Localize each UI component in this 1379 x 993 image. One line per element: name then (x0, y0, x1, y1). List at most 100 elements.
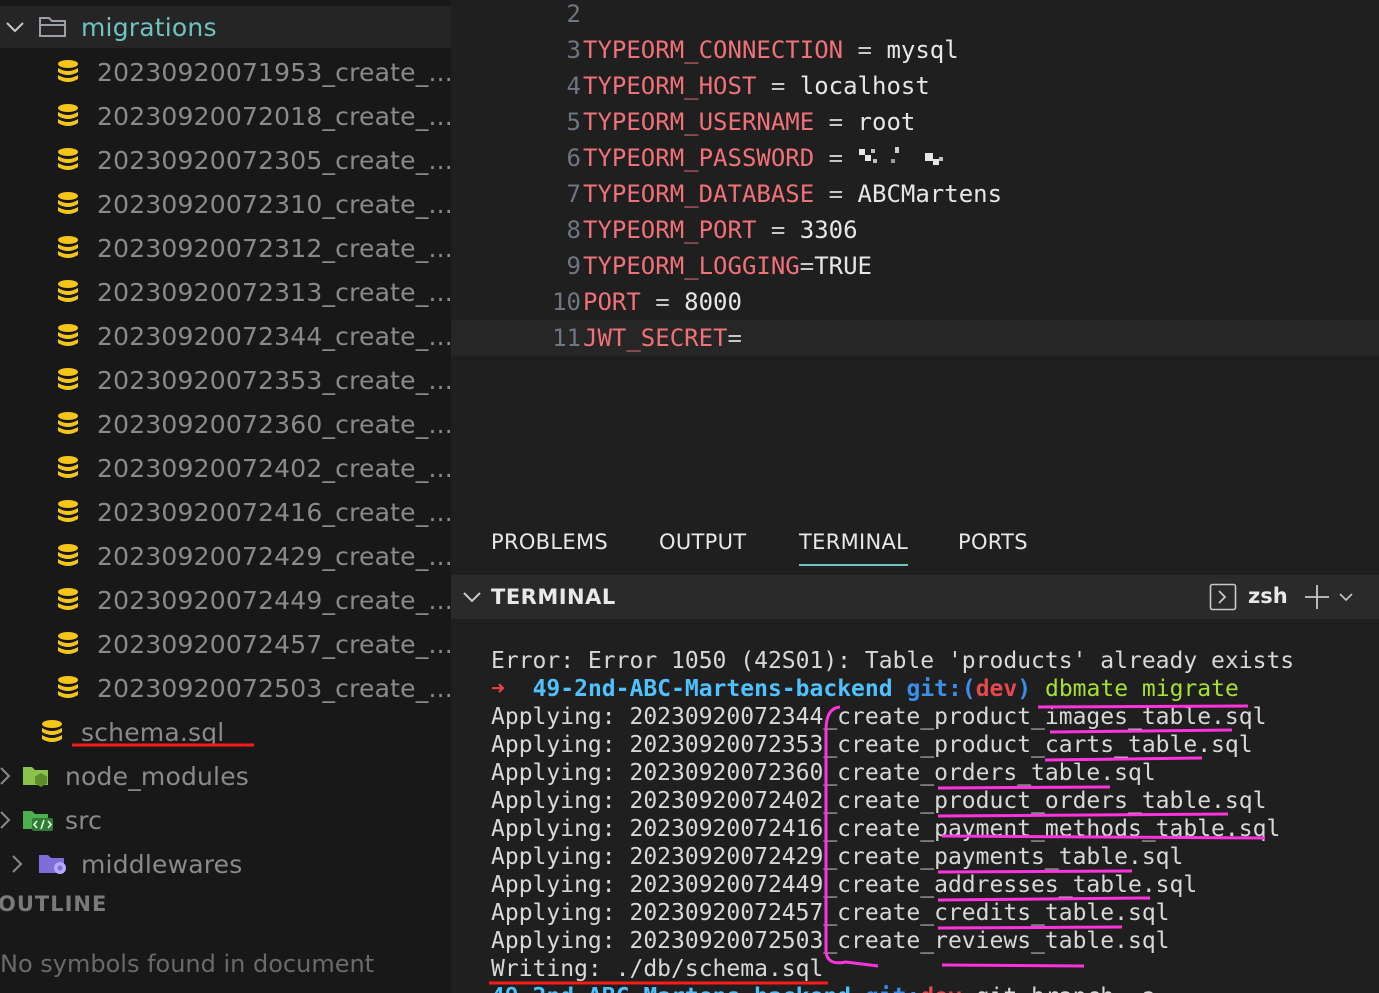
code-text: TYPEORM_HOST = localhost (583, 68, 930, 104)
database-icon (58, 192, 78, 214)
file-list-item[interactable]: 20230920072416_create_... (0, 490, 451, 534)
folder-src[interactable]: src (0, 798, 451, 842)
file-list-item[interactable]: 20230920072449_create_... (0, 578, 451, 622)
prompt-directory: 49-2nd-ABC-Martens-backend (532, 676, 893, 702)
terminal-applying-line: Applying: 20230920072457_create_credits_… (491, 900, 1170, 926)
prompt-git-label: git: (906, 676, 962, 702)
chevron-right-icon[interactable] (0, 765, 16, 787)
code-line[interactable]: 7 TYPEORM_DATABASE = ABCMartens (451, 176, 1379, 212)
env-key: TYPEORM_PASSWORD (583, 144, 815, 172)
tab-output[interactable]: OUTPUT (659, 530, 746, 554)
terminal-section-title[interactable]: TERMINAL (491, 585, 616, 609)
line-number: 8 (566, 216, 581, 244)
file-list-item[interactable]: 20230920072312_create_... (0, 226, 451, 270)
chevron-down-icon[interactable] (461, 586, 483, 608)
terminal-writing-line: Writing: ./db/schema.sql (491, 956, 824, 982)
code-text: TYPEORM_USERNAME = root (583, 104, 915, 140)
terminal-output[interactable]: Error: Error 1050 (42S01): Table 'produc… (451, 619, 1379, 993)
file-list-item[interactable]: 20230920072313_create_... (0, 270, 451, 314)
env-operator: = (756, 72, 800, 100)
chevron-down-icon[interactable] (4, 16, 26, 38)
tab-ports[interactable]: PORTS (958, 530, 1028, 554)
line-number: 9 (566, 252, 581, 280)
code-line[interactable]: 9 TYPEORM_LOGGING=TRUE (451, 248, 1379, 284)
file-list-item[interactable]: 20230920072353_create_... (0, 358, 451, 402)
shell-name[interactable]: zsh (1248, 584, 1288, 608)
panel-tab-bar: PROBLEMS OUTPUT TERMINAL PORTS (451, 520, 1379, 575)
code-line[interactable]: 3 TYPEORM_CONNECTION = mysql (451, 32, 1379, 68)
env-key: TYPEORM_USERNAME (583, 108, 815, 136)
explorer-sidebar: migrations 20230920071953_create_... 2023… (0, 0, 451, 993)
file-list-item[interactable]: 20230920072429_create_... (0, 534, 451, 578)
folder-migrations[interactable]: migrations (0, 6, 451, 48)
database-icon (58, 544, 78, 566)
file-list-item[interactable]: 20230920072503_create_... (0, 666, 451, 710)
terminal-icon[interactable] (1209, 583, 1237, 611)
file-list-item[interactable]: 20230920072402_create_... (0, 446, 451, 490)
prompt-branch: dev (920, 984, 962, 993)
code-line[interactable]: 8 TYPEORM_PORT = 3306 (451, 212, 1379, 248)
file-list-item[interactable]: 20230920072457_create_... (0, 622, 451, 666)
tab-terminal[interactable]: TERMINAL (799, 530, 909, 566)
code-text: PORT = 8000 (583, 284, 742, 320)
env-operator: = (799, 252, 815, 280)
env-key: TYPEORM_DATABASE (583, 180, 815, 208)
terminal-applying-line: Applying: 20230920072353_create_product_… (491, 732, 1253, 758)
add-terminal-icon[interactable] (1303, 583, 1331, 611)
code-text: JWT_SECRET= (583, 320, 742, 356)
env-value: mysql (886, 36, 959, 64)
file-schema-sql[interactable]: schema.sql (0, 710, 451, 754)
terminal-last-prompt: 49-2nd-ABC-Martens-backend git:dev git b… (491, 983, 1156, 993)
prompt-paren: ( (961, 676, 976, 702)
env-operator: = (756, 216, 800, 244)
database-icon (58, 456, 78, 478)
file-list-item[interactable]: 20230920072344_create_... (0, 314, 451, 358)
tab-problems[interactable]: PROBLEMS (491, 530, 608, 554)
prompt-directory: 49-2nd-ABC-Martens-backend (491, 984, 851, 993)
terminal-applying-line: Applying: 20230920072503_create_reviews_… (491, 928, 1170, 954)
chevron-right-icon[interactable] (6, 853, 28, 875)
database-icon (58, 676, 78, 698)
code-editor[interactable]: 2 3 TYPEORM_CONNECTION = mysql 4 TYPEORM_HOS… (451, 0, 1379, 520)
folder-middlewares[interactable]: middlewares (0, 842, 451, 886)
env-operator: = (843, 36, 887, 64)
folder-label: node_modules (65, 761, 250, 791)
src-folder-icon (23, 811, 53, 831)
code-line[interactable]: 11 JWT_SECRET= (451, 320, 1379, 356)
node-folder-icon (23, 767, 48, 787)
file-list-item[interactable]: 20230920072360_create_... (0, 402, 451, 446)
file-label: 20230920072416_create_... (97, 497, 451, 527)
file-list-item[interactable]: 20230920071953_create_... (0, 50, 451, 94)
database-icon (58, 632, 78, 654)
code-line[interactable]: 5 TYPEORM_USERNAME = root (451, 104, 1379, 140)
code-text: TYPEORM_LOGGING=TRUE (583, 248, 872, 284)
outline-empty-message: No symbols found in document (0, 950, 375, 978)
chevron-right-icon[interactable] (0, 809, 16, 831)
file-label: 20230920072449_create_... (97, 585, 451, 615)
database-icon (58, 60, 78, 82)
env-value: ABCMartens (857, 180, 1003, 208)
database-icon (58, 148, 78, 170)
code-text: TYPEORM_DATABASE = ABCMartens (583, 176, 1002, 212)
terminal-prompt-line: ➜ 49-2nd-ABC-Martens-backend git:(dev) d… (491, 675, 1239, 703)
prompt-git-label: git: (865, 984, 920, 993)
outline-section-title[interactable]: OUTLINE (0, 892, 107, 916)
terminal-applying-line: Applying: 20230920072449_create_addresse… (491, 872, 1198, 898)
folder-node-modules[interactable]: node_modules (0, 754, 451, 798)
env-value: 3306 (799, 216, 858, 244)
database-icon (58, 588, 78, 610)
code-line[interactable]: 4 TYPEORM_HOST = localhost (451, 68, 1379, 104)
file-label: 20230920072305_create_... (97, 145, 451, 175)
code-line[interactable]: 2 (451, 0, 1379, 32)
file-list-item[interactable]: 20230920072305_create_... (0, 138, 451, 182)
code-line[interactable]: 10 PORT = 8000 (451, 284, 1379, 320)
file-list-item[interactable]: 20230920072310_create_... (0, 182, 451, 226)
file-list-item[interactable]: 20230920072018_create_... (0, 94, 451, 138)
terminal-applying-line: Applying: 20230920072416_create_payment_… (491, 816, 1281, 842)
env-key: PORT (583, 288, 641, 316)
code-text: TYPEORM_CONNECTION = mysql (583, 32, 959, 68)
file-label: 20230920072360_create_... (97, 409, 451, 439)
chevron-down-icon[interactable] (1337, 588, 1355, 606)
line-number: 5 (566, 108, 581, 136)
terminal-applying-line: Applying: 20230920072344_create_product_… (491, 704, 1267, 730)
